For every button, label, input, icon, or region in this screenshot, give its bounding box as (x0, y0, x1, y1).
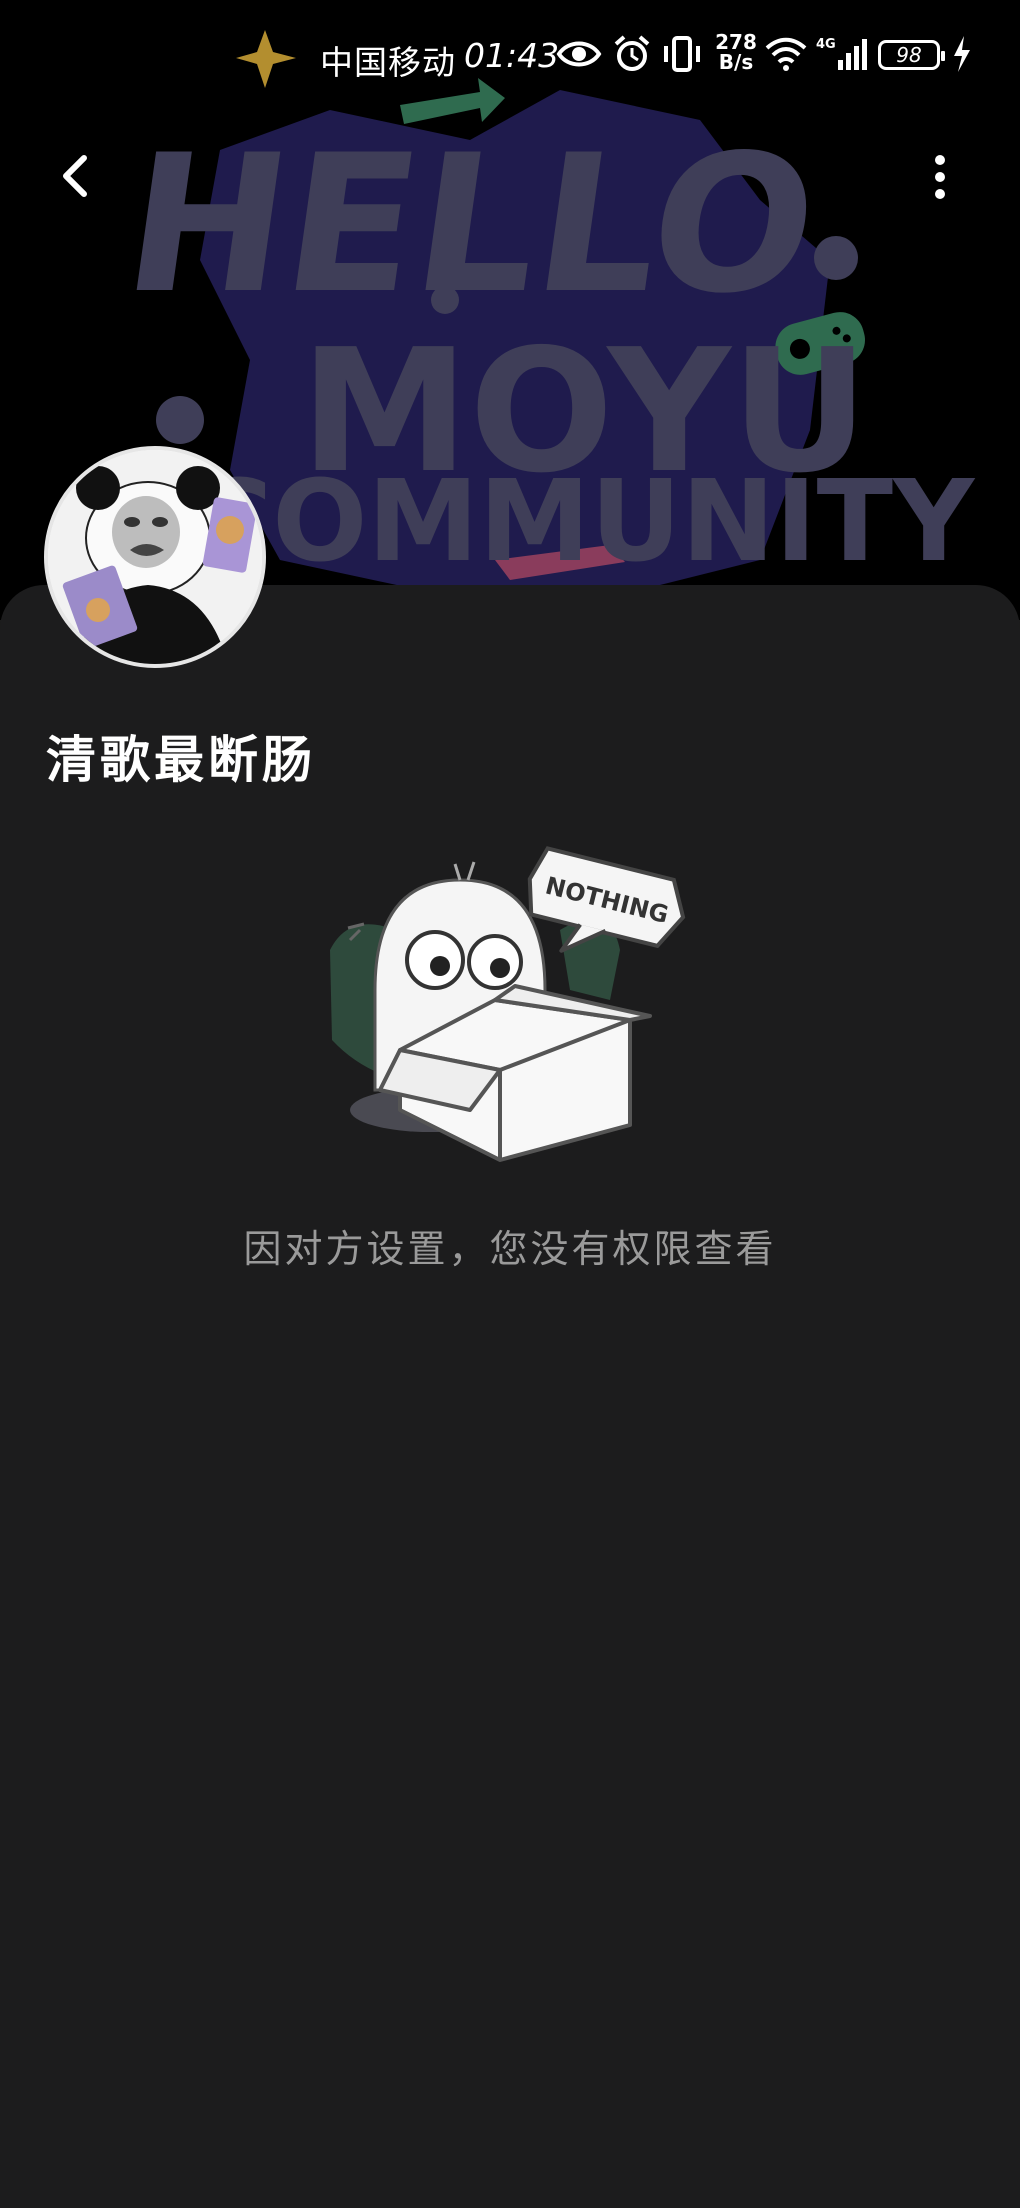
carrier-label: 中国移动 (320, 43, 456, 82)
permission-denied-message: 因对方设置，您没有权限查看 (243, 1227, 777, 1271)
status-time: 01:43 (464, 36, 560, 75)
profile-content-card (0, 585, 1020, 2208)
net-speed: 278 B/s (712, 32, 760, 72)
alarm-icon (614, 35, 650, 71)
net-speed-value: 278 (715, 30, 757, 54)
profile-screen: HELLO MOYU COMMUNITY 中国移动 01:43 278 B/s (0, 0, 1020, 2208)
battery-level: 98 (896, 43, 922, 67)
username: 清歌最断肠 (46, 731, 316, 789)
empty-state-illustration: NOTHING (320, 840, 700, 1180)
status-bar: 中国移动 01:43 278 B/s 4G 98 (0, 0, 1020, 112)
more-options-button[interactable] (916, 140, 964, 212)
avatar[interactable] (44, 446, 266, 668)
chevron-left-icon (63, 155, 87, 197)
eye-icon (556, 41, 602, 67)
network-type: 4G (816, 37, 836, 52)
signal-icon: 4G (816, 37, 867, 70)
vibrate-icon (664, 36, 700, 72)
battery-icon: 98 (878, 40, 945, 70)
net-speed-unit: B/s (718, 50, 754, 74)
avatar-image (48, 450, 262, 664)
nothing-box-illustration: NOTHING (330, 846, 686, 1162)
wifi-icon (765, 37, 807, 71)
banner-text-hello: HELLO (113, 115, 830, 336)
back-button[interactable] (48, 140, 112, 212)
more-vertical-icon (935, 155, 945, 199)
charging-icon (954, 36, 970, 72)
banner-text-community: COMMUNITY (190, 457, 976, 587)
